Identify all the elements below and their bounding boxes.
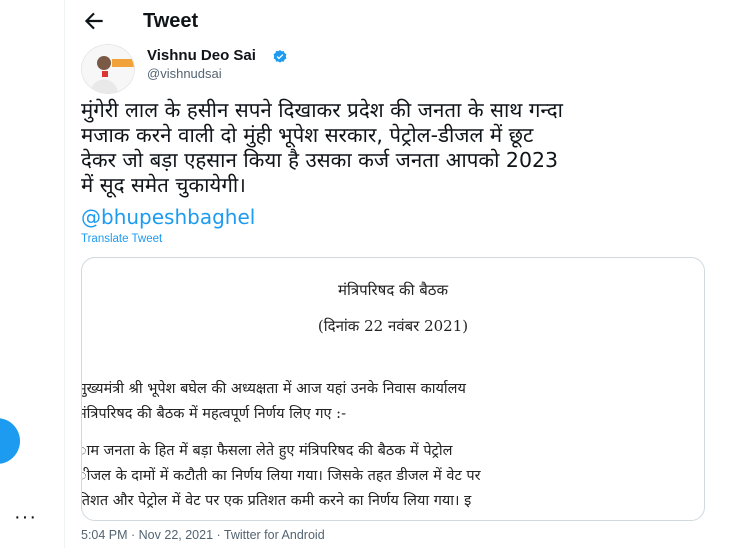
media-image[interactable]: मंत्रिपरिषद की बैठक (दिनांक 22 नवंबर 202… xyxy=(81,257,705,521)
header: Tweet xyxy=(65,0,730,44)
page-title: Tweet xyxy=(143,10,199,32)
doc-line: ाम जनता के हित में बड़ा फैसला लेते हुए म… xyxy=(81,443,453,459)
verified-badge-icon xyxy=(273,50,287,63)
tweet-text-line: मुंगेरी लाल के हसीन सपने दिखाकर प्रदेश क… xyxy=(81,98,563,122)
mention-link[interactable]: @bhupeshbaghel xyxy=(81,205,255,229)
tweet-text: मुंगेरी लाल के हसीन सपने दिखाकर प्रदेश क… xyxy=(81,98,721,198)
avatar[interactable] xyxy=(81,44,135,94)
tweet-text-line: में सूद समेत चुकायेगी। xyxy=(81,173,246,197)
doc-line: मंत्रिपरिषद की बैठक में महत्वपूर्ण निर्ण… xyxy=(81,406,346,422)
back-button[interactable] xyxy=(81,8,107,34)
arrow-left-icon xyxy=(84,12,103,30)
avatar-photo xyxy=(82,45,134,93)
tweet-text-line: मजाक करने वाली दो मुंही भूपेश सरकार, पेट… xyxy=(81,123,534,147)
author-name[interactable]: Vishnu Deo Sai xyxy=(147,47,256,64)
author-handle[interactable]: @vishnudsai xyxy=(147,66,222,81)
tweet-timestamp[interactable]: 5:04 PM · Nov 22, 2021 · Twitter for And… xyxy=(81,528,325,542)
doc-title: मंत्रिपरिषद की बैठक xyxy=(337,281,449,299)
doc-line: ीजल के दामों में कटौती का निर्णय लिया गय… xyxy=(81,468,481,484)
doc-line: मुख्यमंत्री श्री भूपेश बघेल की अध्यक्षता… xyxy=(81,381,466,397)
more-dots-icon[interactable]: ··· xyxy=(14,506,37,529)
left-rail: ··· xyxy=(0,0,64,548)
doc-date: (दिनांक 22 नवंबर 2021) xyxy=(317,317,469,335)
compose-tweet-button[interactable] xyxy=(0,418,20,464)
tweet-column: Tweet Vishnu Deo Sai @vishnudsai मुंगेरी… xyxy=(64,0,730,548)
document-image: मंत्रिपरिषद की बैठक (दिनांक 22 नवंबर 202… xyxy=(82,258,704,520)
translate-tweet-link[interactable]: Translate Tweet xyxy=(81,233,162,245)
doc-line: तिशत और पेट्रोल में वेट पर एक प्रतिशत कम… xyxy=(81,493,472,509)
tweet-text-line: देकर जो बड़ा एहसान किया है उसका कर्ज जनत… xyxy=(81,148,559,172)
